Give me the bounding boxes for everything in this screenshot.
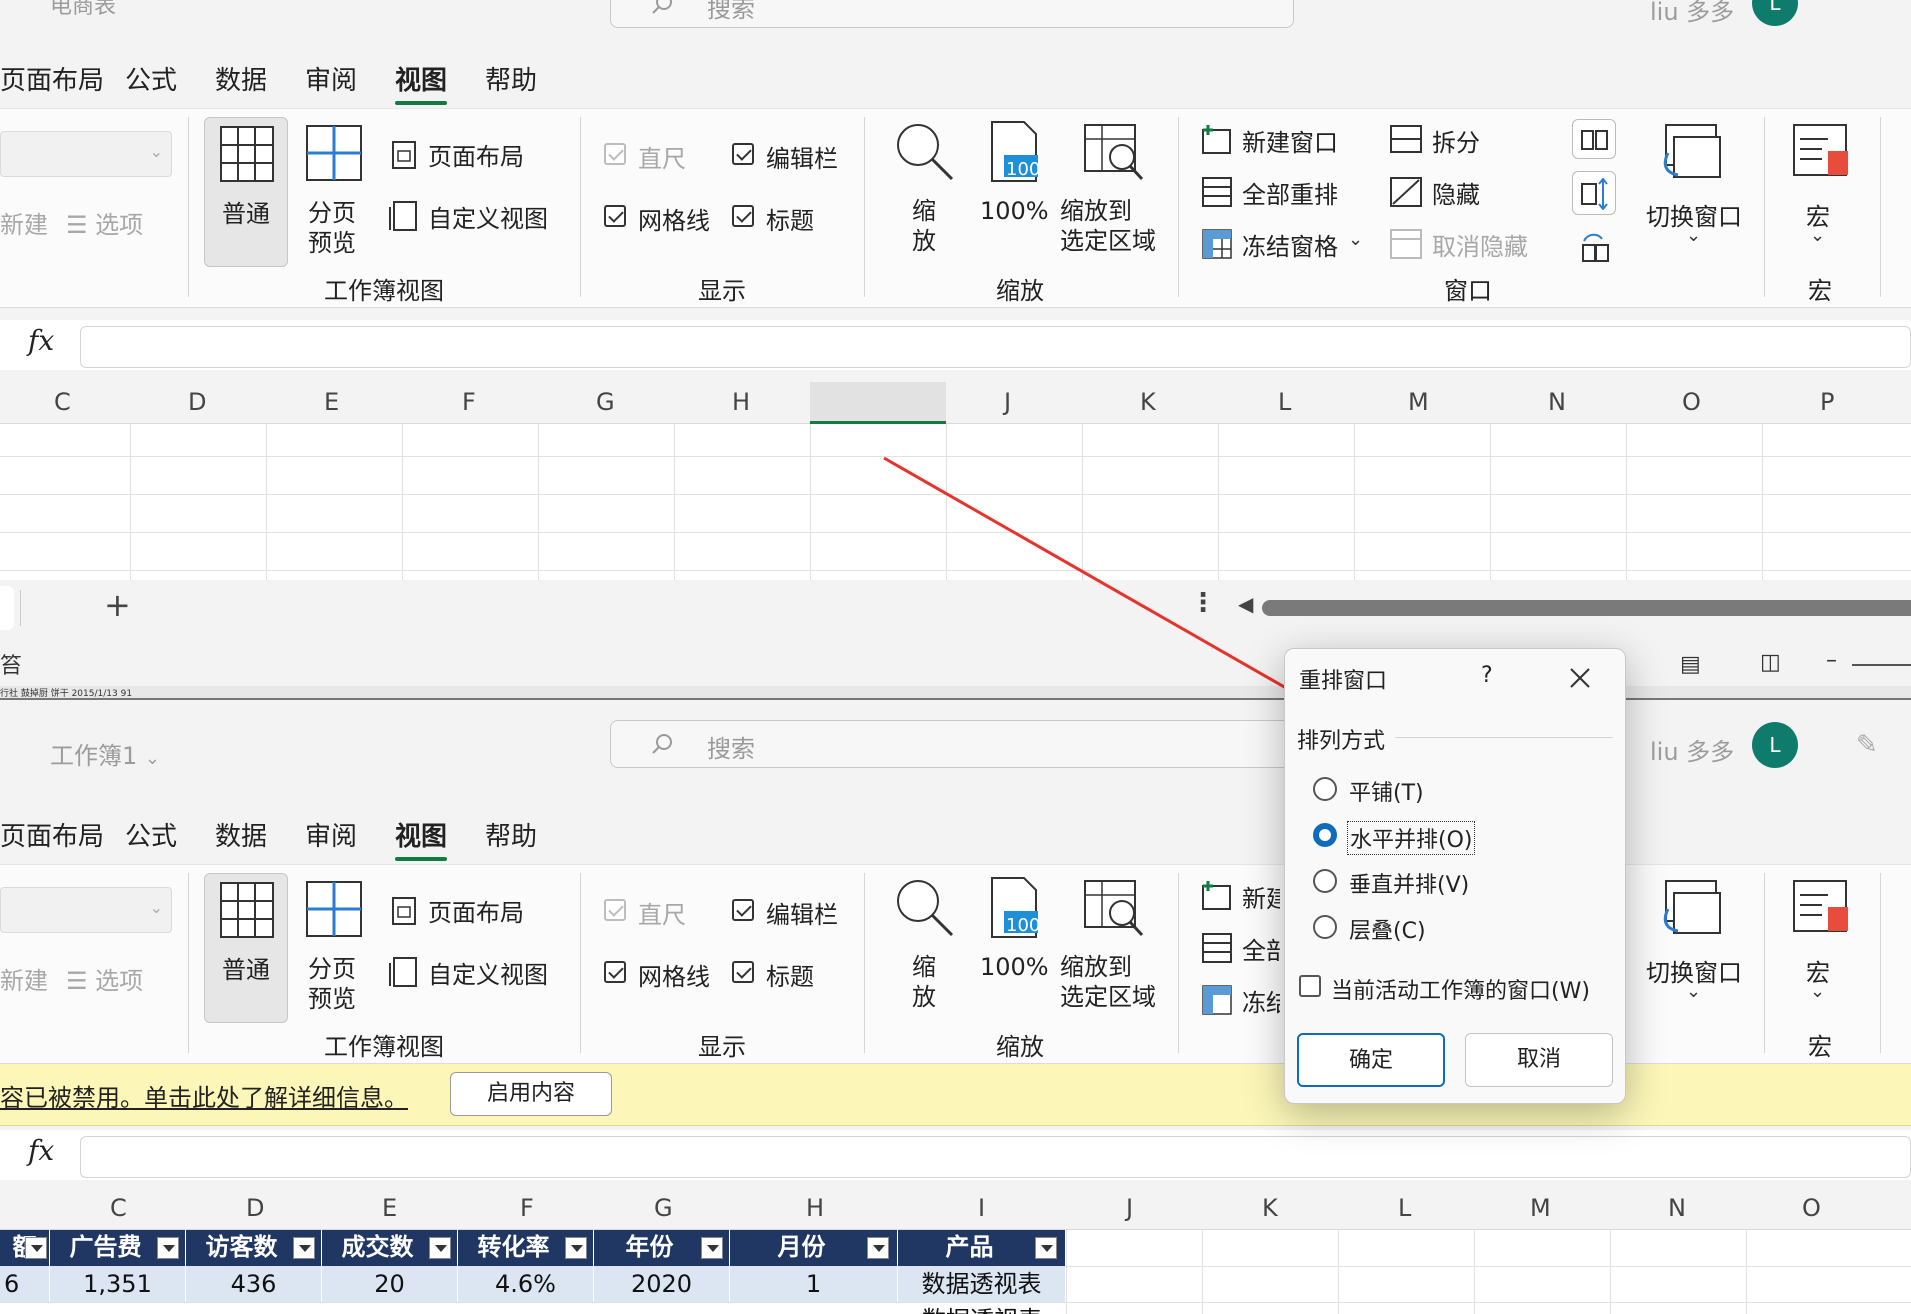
radio-cascade[interactable]	[1313, 915, 1337, 939]
radio-horizontal-label[interactable]: 水平并排(O)	[1347, 821, 1476, 855]
close-icon[interactable]	[1569, 667, 1591, 689]
help-icon[interactable]: ?	[1481, 663, 1493, 688]
radio-tiled-label[interactable]: 平铺(T)	[1349, 775, 1424, 807]
active-workbook-checkbox[interactable]	[1299, 975, 1321, 997]
radio-tiled[interactable]	[1313, 777, 1337, 801]
radio-cascade-label[interactable]: 层叠(C)	[1349, 913, 1426, 945]
arrange-windows-dialog: 重排窗口 ? 排列方式 平铺(T) 水平并排(O) 垂直并排(V) 层叠(C) …	[1284, 648, 1626, 1104]
cancel-button[interactable]: 取消	[1465, 1033, 1613, 1087]
radio-horizontal[interactable]	[1313, 823, 1337, 847]
radio-vertical-label[interactable]: 垂直并排(V)	[1349, 867, 1469, 899]
arrange-section-label: 排列方式	[1297, 729, 1386, 754]
active-workbook-label[interactable]: 当前活动工作簿的窗口(W)	[1331, 973, 1590, 1005]
dialog-title: 重排窗口	[1299, 669, 1388, 694]
radio-vertical[interactable]	[1313, 869, 1337, 893]
ok-button[interactable]: 确定	[1297, 1033, 1445, 1087]
